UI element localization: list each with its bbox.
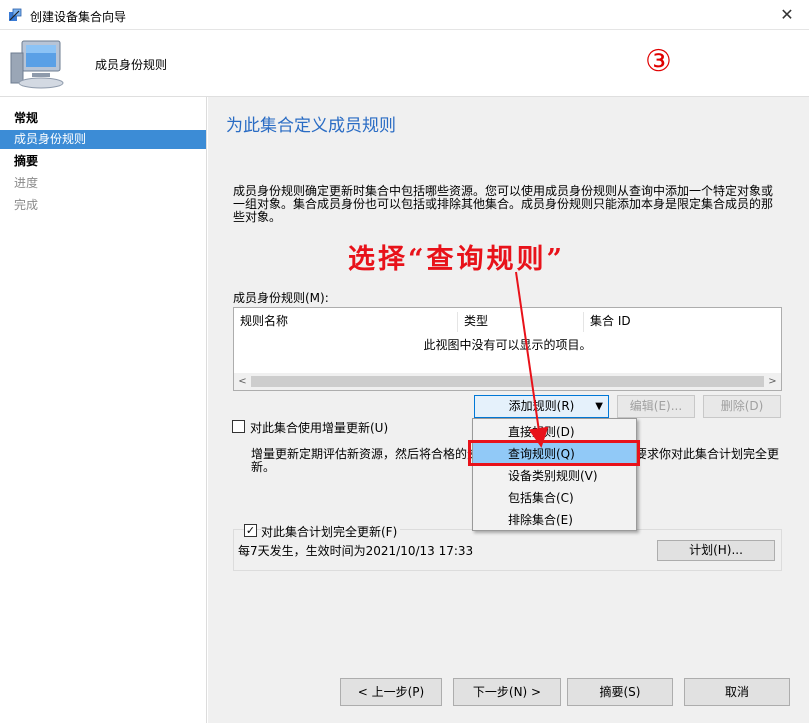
add-rule-dropdown-menu: 直接规则(D) 查询规则(Q) 设备类别规则(V) 包括集合(C) 排除集合(E… bbox=[472, 418, 637, 531]
menu-item-include-collection[interactable]: 包括集合(C) bbox=[473, 487, 636, 509]
computer-icon bbox=[10, 40, 64, 89]
scroll-right-icon[interactable]: > bbox=[764, 373, 781, 390]
column-header-type[interactable]: 类型 bbox=[458, 312, 584, 332]
previous-button[interactable]: < 上一步(P) bbox=[340, 678, 442, 706]
schedule-button[interactable]: 计划(H)... bbox=[657, 540, 775, 561]
column-header-collection-id[interactable]: 集合 ID bbox=[584, 312, 782, 332]
window-title: 创建设备集合向导 bbox=[30, 10, 127, 24]
annotation-highlight-box bbox=[468, 440, 640, 466]
horizontal-scrollbar[interactable]: < > bbox=[234, 373, 781, 390]
menu-item-exclude-collection[interactable]: 排除集合(E) bbox=[473, 509, 636, 531]
dropdown-arrow-icon: ▼ bbox=[595, 401, 603, 412]
wizard-sidebar: 常规 成员身份规则 摘要 进度 完成 bbox=[0, 97, 207, 723]
add-rule-label: 添加规则(R) bbox=[508, 399, 575, 413]
incremental-update-label[interactable]: 对此集合使用增量更新(U) bbox=[250, 419, 388, 436]
full-update-checkbox[interactable]: ✓ bbox=[244, 524, 257, 537]
title-bar: 创建设备集合向导 ✕ bbox=[0, 0, 809, 30]
add-rule-button[interactable]: 添加规则(R) ▼ bbox=[474, 395, 609, 418]
wizard-icon bbox=[9, 8, 22, 21]
full-update-label[interactable]: 对此集合计划完全更新(F) bbox=[261, 523, 401, 540]
close-icon[interactable]: ✕ bbox=[765, 0, 809, 30]
page-description: 成员身份规则确定更新时集合中包括哪些资源。您可以使用成员身份规则从查询中添加一个… bbox=[233, 184, 774, 224]
edit-button[interactable]: 编辑(E)... bbox=[617, 395, 695, 418]
step-title: 成员身份规则 bbox=[95, 58, 168, 72]
rules-listview[interactable]: 规则名称 类型 集合 ID 此视图中没有可以显示的项目。 < > bbox=[233, 307, 782, 391]
empty-list-text: 此视图中没有可以显示的项目。 bbox=[423, 338, 592, 352]
sidebar-item-summary[interactable]: 摘要 bbox=[0, 152, 206, 171]
rules-label: 成员身份规则(M): bbox=[233, 291, 329, 305]
annotation-text: 选择“查询规则” bbox=[348, 244, 566, 275]
sidebar-item-general[interactable]: 常规 bbox=[0, 109, 206, 128]
page-heading: 为此集合定义成员规则 bbox=[226, 116, 396, 136]
wizard-header: 成员身份规则 ③ bbox=[0, 31, 809, 97]
main-panel: 为此集合定义成员规则 成员身份规则确定更新时集合中包括哪些资源。您可以使用成员身… bbox=[208, 97, 809, 723]
step-number-annotation: ③ bbox=[645, 44, 672, 79]
column-header-rule-name[interactable]: 规则名称 bbox=[234, 312, 458, 332]
scrollbar-thumb[interactable] bbox=[251, 376, 764, 387]
schedule-text: 每7天发生，生效时间为2021/10/13 17:33 bbox=[238, 544, 474, 558]
sidebar-item-completion: 完成 bbox=[14, 198, 39, 212]
sidebar-item-progress: 进度 bbox=[14, 176, 39, 190]
check-icon: ✓ bbox=[245, 524, 256, 537]
incremental-update-checkbox[interactable] bbox=[232, 420, 245, 433]
scroll-left-icon[interactable]: < bbox=[234, 373, 251, 390]
summary-button[interactable]: 摘要(S) bbox=[567, 678, 673, 706]
cancel-button[interactable]: 取消 bbox=[684, 678, 790, 706]
next-button[interactable]: 下一步(N) > bbox=[453, 678, 561, 706]
sidebar-item-membership-rules[interactable]: 成员身份规则 bbox=[0, 130, 206, 149]
delete-button[interactable]: 删除(D) bbox=[703, 395, 781, 418]
menu-item-device-category-rule[interactable]: 设备类别规则(V) bbox=[473, 465, 636, 487]
